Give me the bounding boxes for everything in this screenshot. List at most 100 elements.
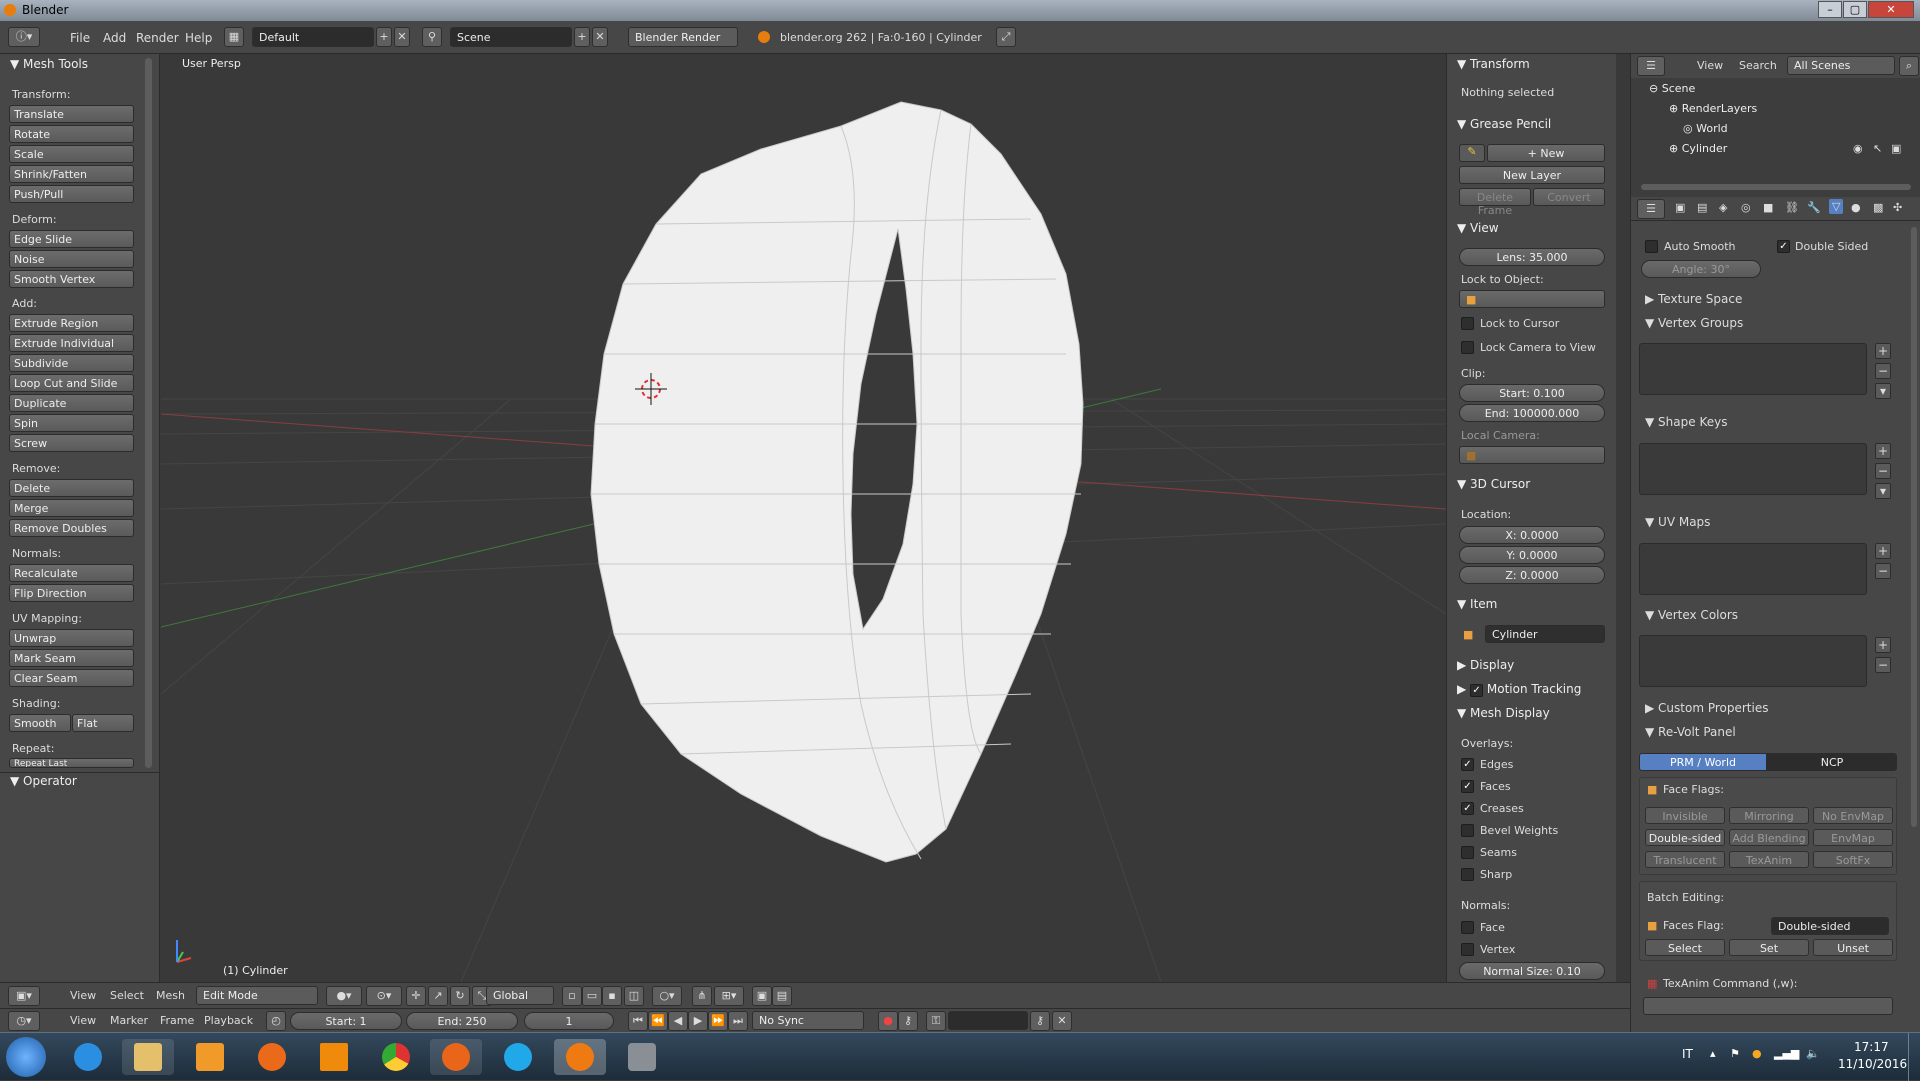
- delete-frame-button[interactable]: Delete Frame: [1459, 188, 1531, 217]
- spin-button[interactable]: Spin: [9, 414, 134, 432]
- flag-texanim-button[interactable]: TexAnim: [1729, 851, 1809, 868]
- start-frame-field[interactable]: Start: 1: [290, 1012, 402, 1030]
- vertex-group-remove-icon[interactable]: −: [1875, 363, 1891, 379]
- remove-scene-icon[interactable]: ✕: [592, 27, 608, 47]
- texanim-command-input[interactable]: [1643, 997, 1893, 1015]
- jump-start-icon[interactable]: ⏮: [628, 1011, 648, 1031]
- ncp-tab[interactable]: NCP: [1767, 753, 1897, 771]
- seams-checkbox[interactable]: [1461, 846, 1474, 859]
- unwrap-button[interactable]: Unwrap: [9, 629, 134, 647]
- double-sided-checkbox[interactable]: ✓: [1777, 240, 1790, 253]
- mode-select[interactable]: Edit Mode: [196, 986, 318, 1005]
- mesh-menu[interactable]: Mesh: [156, 989, 185, 1002]
- playback-menu[interactable]: Playback: [204, 1014, 253, 1027]
- clear-seam-button[interactable]: Clear Seam: [9, 669, 134, 687]
- outliner-scrollbar[interactable]: [1641, 184, 1911, 190]
- keying-set-icon[interactable]: ⚷: [898, 1011, 918, 1031]
- minimize-button[interactable]: –: [1818, 1, 1842, 18]
- select-menu[interactable]: Select: [110, 989, 144, 1002]
- extrude-individual-button[interactable]: Extrude Individual: [9, 334, 134, 352]
- vertex-color-remove-icon[interactable]: −: [1875, 657, 1891, 673]
- flag-translucent-button[interactable]: Translucent: [1645, 851, 1725, 868]
- view-panel-header[interactable]: ▼ View: [1457, 221, 1499, 235]
- lock-object-field[interactable]: ■: [1459, 290, 1605, 308]
- render-tab-icon[interactable]: ▣: [1675, 201, 1685, 214]
- skype-icon[interactable]: [492, 1039, 544, 1075]
- play-reverse-icon[interactable]: ◀: [668, 1011, 688, 1031]
- play-icon[interactable]: ▶: [688, 1011, 708, 1031]
- snap-icon[interactable]: ⋔: [692, 986, 712, 1006]
- flag-double-sided-button[interactable]: Double-sided: [1645, 829, 1725, 846]
- modifiers-tab-icon[interactable]: 🔧: [1807, 201, 1821, 214]
- smooth-vertex-button[interactable]: Smooth Vertex: [9, 270, 134, 288]
- duplicate-button[interactable]: Duplicate: [9, 394, 134, 412]
- menu-help[interactable]: Help: [185, 31, 212, 45]
- volume-icon[interactable]: 🔈: [1806, 1047, 1820, 1060]
- shape-keys-list[interactable]: [1639, 443, 1867, 495]
- scene-item[interactable]: ⊖ Scene: [1649, 82, 1695, 95]
- grease-pencil-header[interactable]: ▼ Grease Pencil: [1457, 117, 1551, 131]
- translate-manipulator-icon[interactable]: ↗: [428, 986, 448, 1006]
- fullscreen-icon[interactable]: ⤢: [996, 27, 1016, 47]
- merge-button[interactable]: Merge: [9, 499, 134, 517]
- shape-keys-header[interactable]: ▼ Shape Keys: [1645, 415, 1727, 429]
- game-app-icon[interactable]: [616, 1039, 668, 1075]
- tool-shelf-scrollbar[interactable]: [145, 58, 152, 768]
- close-button[interactable]: ✕: [1868, 1, 1914, 18]
- tray-flag-icon[interactable]: ⚑: [1730, 1047, 1740, 1060]
- render-preview-icon[interactable]: ▣: [752, 986, 772, 1006]
- edge-slide-button[interactable]: Edge Slide: [9, 230, 134, 248]
- outliner-search-menu[interactable]: Search: [1739, 59, 1777, 72]
- uv-maps-header[interactable]: ▼ UV Maps: [1645, 515, 1710, 529]
- clip-end-field[interactable]: End: 100000.000: [1459, 404, 1605, 422]
- flag-mirroring-button[interactable]: Mirroring: [1729, 807, 1809, 824]
- editor-type-icon[interactable]: ⓘ▾: [8, 27, 40, 47]
- chrome-icon[interactable]: [370, 1039, 422, 1075]
- scale-button[interactable]: Scale: [9, 145, 134, 163]
- data-tab-icon[interactable]: ▽: [1829, 199, 1844, 214]
- face-normals-checkbox[interactable]: [1461, 921, 1474, 934]
- layout-field[interactable]: Default: [252, 27, 374, 47]
- uv-map-add-icon[interactable]: +: [1875, 543, 1891, 559]
- convert-button[interactable]: Convert: [1533, 188, 1605, 206]
- normal-size-field[interactable]: Normal Size: 0.10: [1459, 962, 1605, 980]
- pivot-select-icon[interactable]: ⊙▾: [366, 986, 402, 1006]
- batch-select-button[interactable]: Select: [1645, 939, 1725, 956]
- outliner-filter-select[interactable]: All Scenes: [1787, 56, 1895, 75]
- file-explorer-icon[interactable]: [122, 1039, 174, 1075]
- 3d-cursor-header[interactable]: ▼ 3D Cursor: [1457, 477, 1530, 491]
- frame-menu[interactable]: Frame: [160, 1014, 194, 1027]
- lock-camera-checkbox[interactable]: [1461, 341, 1474, 354]
- uv-map-remove-icon[interactable]: −: [1875, 563, 1891, 579]
- delete-keyframe-icon[interactable]: ✕: [1052, 1011, 1072, 1031]
- batch-set-button[interactable]: Set: [1729, 939, 1809, 956]
- noise-button[interactable]: Noise: [9, 250, 134, 268]
- new-layer-button[interactable]: New Layer: [1459, 166, 1605, 184]
- view3d-editor-icon[interactable]: ▣▾: [8, 986, 40, 1006]
- opengl-render-icon[interactable]: ▤: [772, 986, 792, 1006]
- sync-mode-select[interactable]: No Sync: [752, 1011, 864, 1030]
- snap-element-icon[interactable]: ⊞▾: [714, 986, 744, 1006]
- operator-header[interactable]: ▼ Operator: [10, 774, 77, 788]
- edges-checkbox[interactable]: ✓: [1461, 758, 1474, 771]
- clock-date[interactable]: 11/10/2016: [1838, 1057, 1907, 1071]
- menu-file[interactable]: File: [70, 31, 90, 45]
- mesh-tools-header[interactable]: ▼ Mesh Tools: [10, 57, 88, 71]
- display-panel-header[interactable]: ▶ Display: [1457, 658, 1514, 672]
- renderlayers-item[interactable]: ⊕ RenderLayers: [1669, 102, 1757, 115]
- cursor-z-field[interactable]: Z: 0.0000: [1459, 566, 1605, 584]
- keying-set-field[interactable]: [948, 1011, 1028, 1030]
- face-select-icon[interactable]: ▪: [602, 986, 622, 1006]
- select-cursor-icon[interactable]: ↖: [1873, 142, 1882, 155]
- smooth-button[interactable]: Smooth: [9, 714, 71, 732]
- vertex-group-menu-icon[interactable]: ▾: [1875, 383, 1891, 399]
- scene-tab-icon[interactable]: ◈: [1719, 201, 1727, 214]
- screen-layout-icon[interactable]: ▦: [224, 27, 244, 47]
- tray-app-icon[interactable]: ●: [1752, 1047, 1762, 1060]
- shrink-fatten-button[interactable]: Shrink/Fatten: [9, 165, 134, 183]
- prev-keyframe-icon[interactable]: ⏪: [648, 1011, 668, 1031]
- pencil-icon[interactable]: ✎: [1459, 144, 1485, 162]
- recalculate-button[interactable]: Recalculate: [9, 564, 134, 582]
- viewport-scene[interactable]: [161, 54, 1446, 982]
- start-button-icon[interactable]: [6, 1037, 46, 1077]
